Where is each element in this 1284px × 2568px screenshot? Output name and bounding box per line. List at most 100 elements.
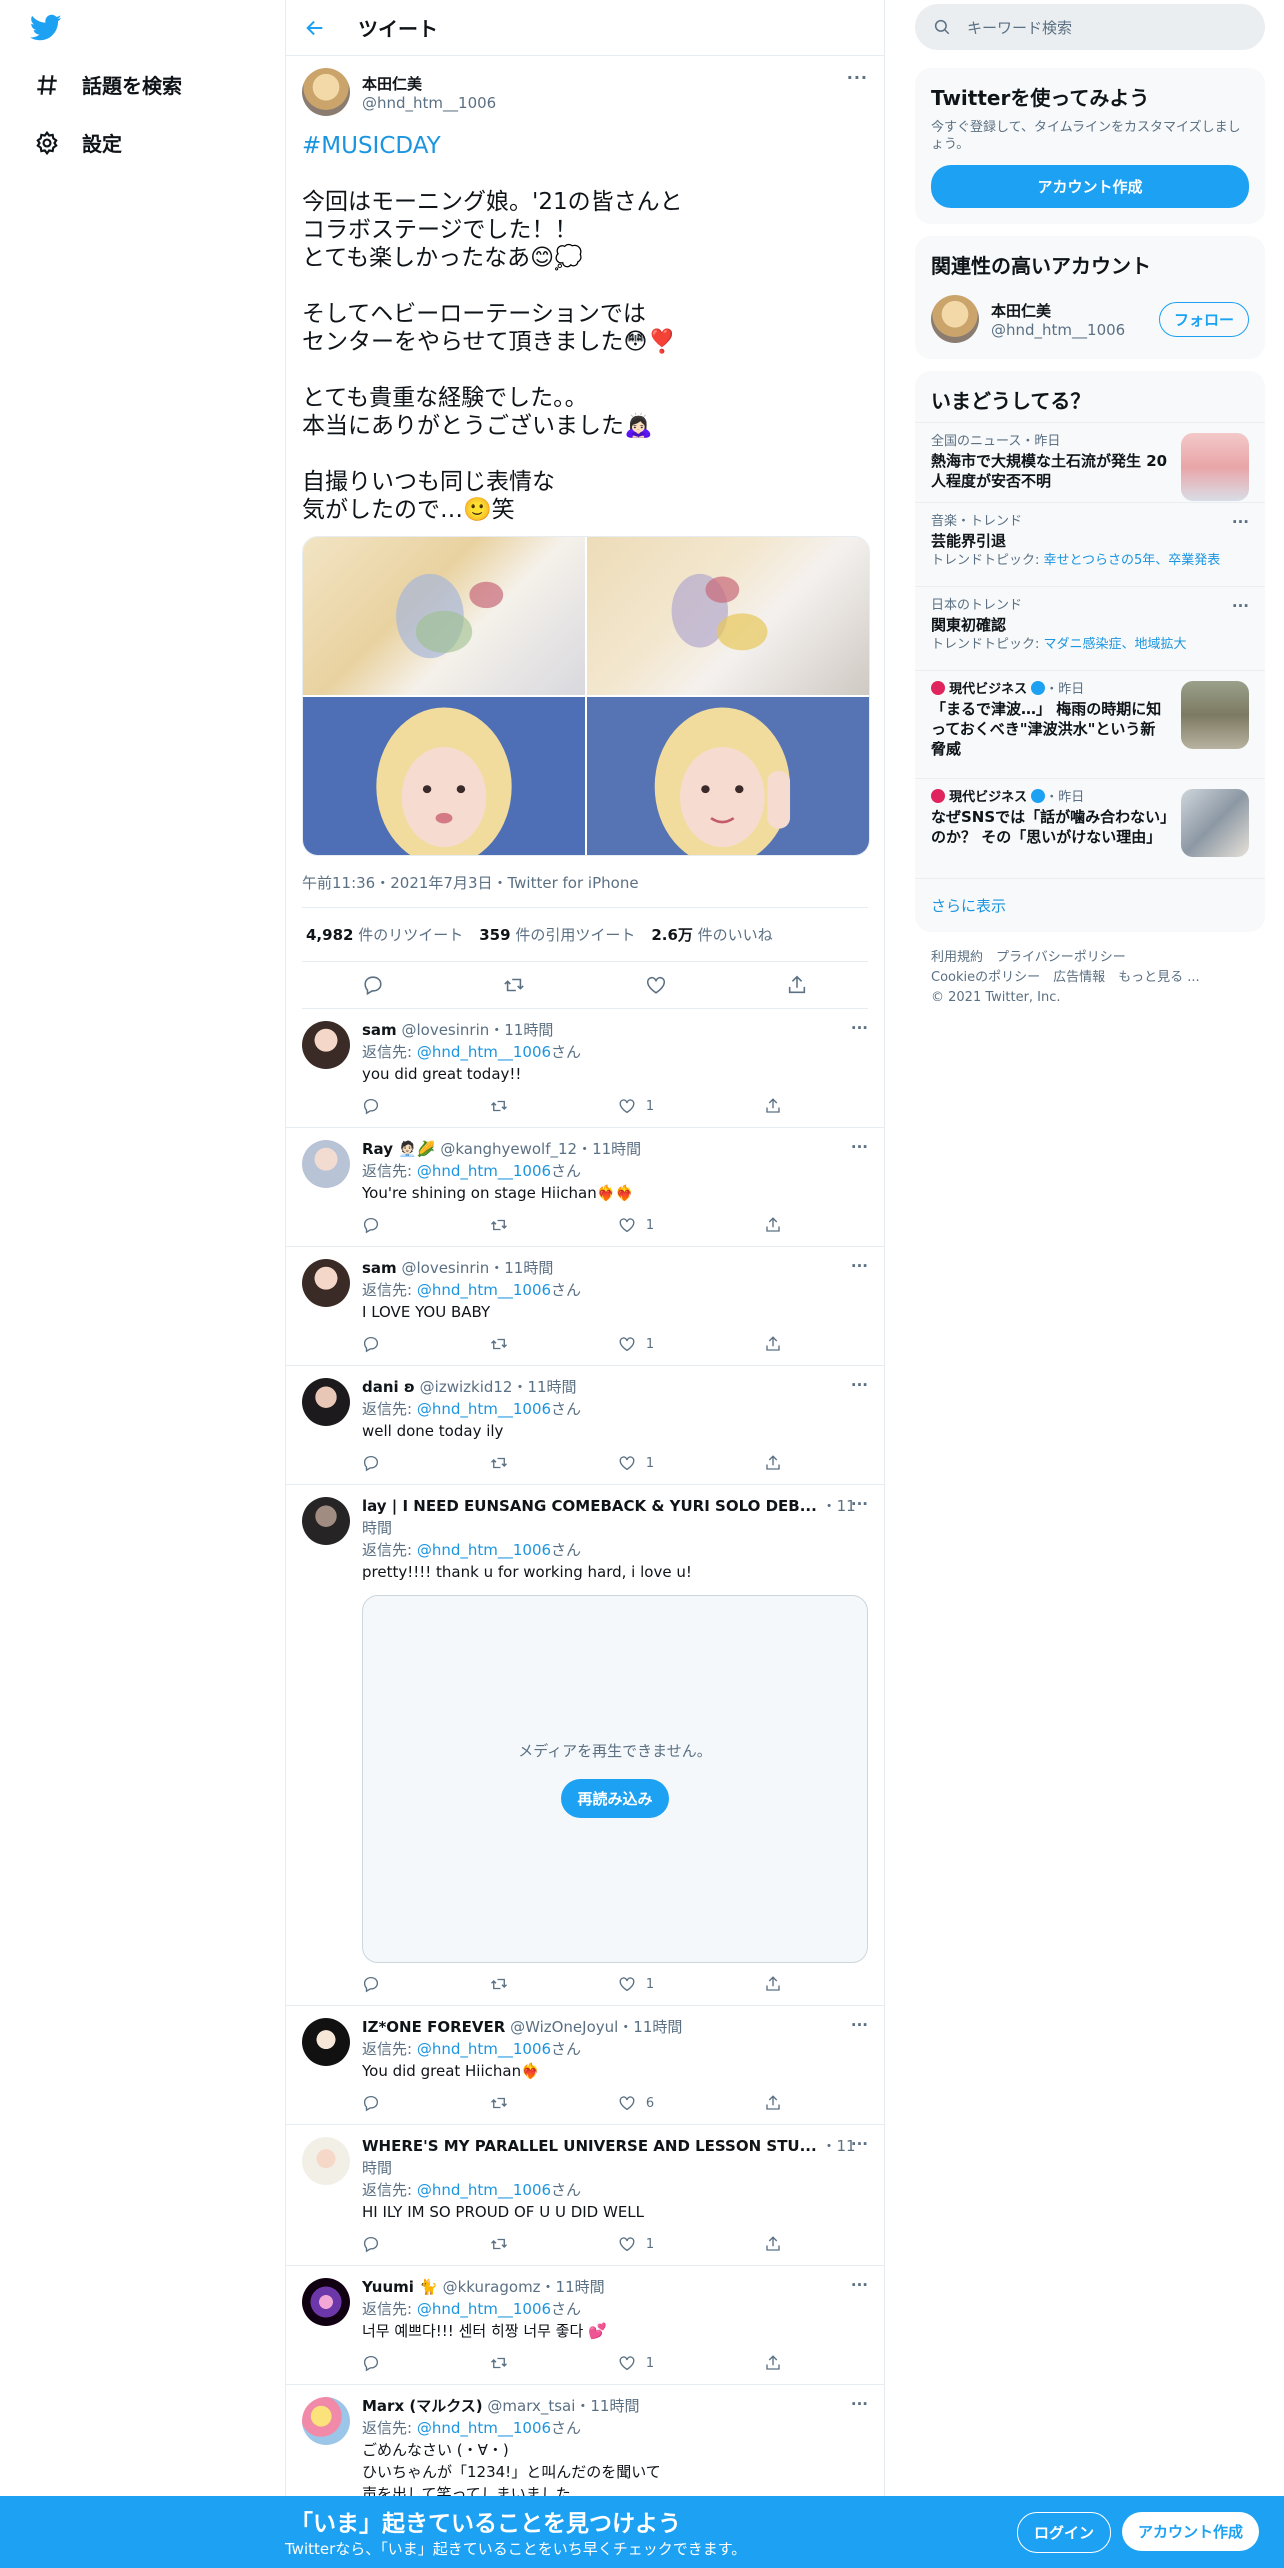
like-icon[interactable] [618,1454,636,1472]
reply-author-handle[interactable]: @kkuragomz・11時間 [443,2278,605,2296]
share-icon[interactable] [764,2235,782,2253]
share-icon[interactable] [764,1216,782,1234]
share-icon[interactable] [764,1975,782,1993]
footer-links-2[interactable]: Cookieのポリシー 広告情報 もっと見る ... [931,968,1249,988]
retweet-count[interactable]: 4,982 件のリツイート [306,924,463,945]
trend-topic-link[interactable]: マダニ感染症、地域拡大 [1044,637,1187,652]
show-more-link[interactable]: さらに表示 [915,878,1265,932]
trend-item[interactable]: 日本のトレンド 関東初確認 トレンドトピック: マダニ感染症、地域拡大 ··· [915,586,1265,670]
avatar[interactable] [302,1021,350,1069]
reply-author-handle[interactable]: @lovesinrin・11時間 [401,1021,553,1039]
like-icon[interactable] [618,1216,636,1234]
avatar[interactable] [302,1378,350,1426]
share-icon[interactable] [786,974,808,996]
trend-item[interactable]: 音楽・トレンド 芸能界引退 トレンドトピック: 幸せとつらさの5年、卒業発表 ·… [915,502,1265,586]
avatar[interactable] [302,2018,350,2066]
tweet-photo[interactable] [303,697,585,855]
reply-author-name[interactable]: lay | I NEED EUNSANG COMEBACK & YURI SOL… [362,1497,817,1515]
reply-tweet[interactable]: Yuumi 🐈 @kkuragomz・11時間 返信先: @hnd_htm__10… [286,2266,884,2385]
avatar[interactable] [302,2397,350,2445]
more-options-icon[interactable]: ··· [1232,597,1249,615]
author-display-name[interactable]: 本田仁美 [362,73,496,94]
trend-item[interactable]: 現代ビジネス ・昨日 なぜSNSでは「話が噛み合わない」のか？ その「思いがけな… [915,778,1265,878]
more-options-icon[interactable]: ··· [851,1257,868,1275]
reply-to-handle[interactable]: @hnd_htm__1006 [417,1162,551,1180]
avatar[interactable] [302,2278,350,2326]
avatar[interactable] [302,68,350,116]
login-button[interactable]: ログイン [1017,2512,1112,2553]
reply-tweet[interactable]: lay | I NEED EUNSANG COMEBACK & YURI SOL… [286,1485,884,2006]
reply-author-name[interactable]: Ray 🧑🏻‍💼🌽 [362,1140,436,1158]
avatar[interactable] [302,1497,350,1545]
more-options-icon[interactable]: ··· [851,2395,868,2413]
share-icon[interactable] [764,1454,782,1472]
reply-author-name[interactable]: Marx (マルクス) [362,2397,483,2415]
trend-item[interactable]: 現代ビジネス ・昨日 「まるで津波…」 梅雨の時期に知っておくべき"津波洪水"と… [915,670,1265,778]
like-icon[interactable] [618,2235,636,2253]
related-account[interactable]: 本田仁美 @hnd_htm__1006 フォロー [915,287,1265,359]
more-options-icon[interactable]: ··· [851,2016,868,2034]
reply-author-name[interactable]: Yuumi 🐈 [362,2278,438,2296]
quote-count[interactable]: 359 件の引用ツイート [479,924,635,945]
footer-links-1[interactable]: 利用規約 プライバシーポリシー [931,948,1249,968]
reply-author-name[interactable]: dani ʚ [362,1378,415,1396]
trend-topic-link[interactable]: 幸せとつらさの5年、卒業発表 [1044,553,1221,568]
reply-tweet[interactable]: WHERE'S MY PARALLEL UNIVERSE AND LESSON … [286,2125,884,2266]
reply-author-handle[interactable]: @WizOneJoyul・11時間 [510,2018,682,2036]
avatar[interactable] [302,1140,350,1188]
avatar[interactable] [302,2137,350,2185]
signup-button[interactable]: アカウント作成 [1122,2512,1260,2551]
nav-settings[interactable]: 設定 [34,128,122,157]
reply-author-handle[interactable]: @kanghyewolf_12・11時間 [440,1140,641,1158]
search-input[interactable]: キーワード検索 [915,4,1265,50]
reply-tweet[interactable]: IZ*ONE FOREVER @WizOneJoyul・11時間 返信先: @hn… [286,2006,884,2125]
reply-icon[interactable] [362,974,384,996]
reply-author-handle[interactable]: @lovesinrin・11時間 [401,1259,553,1277]
share-icon[interactable] [764,1097,782,1115]
more-options-icon[interactable]: ··· [851,1138,868,1156]
reload-button[interactable]: 再読み込み [561,1779,669,1818]
reply-icon[interactable] [362,1975,380,1993]
follow-button[interactable]: フォロー [1158,301,1249,337]
retweet-icon[interactable] [490,2235,508,2253]
retweet-icon[interactable] [490,1216,508,1234]
more-options-icon[interactable]: ··· [851,1019,868,1037]
tweet-photo[interactable] [587,697,869,855]
reply-to-handle[interactable]: @hnd_htm__1006 [417,2419,551,2437]
reply-author-name[interactable]: IZ*ONE FOREVER [362,2018,505,2036]
avatar[interactable] [931,295,979,343]
reply-author-handle[interactable]: @marx_tsai・11時間 [487,2397,639,2415]
reply-icon[interactable] [362,1097,380,1115]
share-icon[interactable] [764,2354,782,2372]
reply-to-handle[interactable]: @hnd_htm__1006 [417,1043,551,1061]
reply-icon[interactable] [362,2235,380,2253]
more-options-icon[interactable]: ··· [1232,513,1249,531]
retweet-icon[interactable] [490,1097,508,1115]
like-icon[interactable] [618,2354,636,2372]
retweet-icon[interactable] [503,974,525,996]
retweet-icon[interactable] [490,2094,508,2112]
trend-item[interactable]: 全国のニュース・昨日 熱海市で大規模な土石流が発生 20人程度が安否不明 [915,422,1265,502]
reply-to-handle[interactable]: @hnd_htm__1006 [417,1281,551,1299]
like-icon[interactable] [645,974,667,996]
reply-author-name[interactable]: sam [362,1259,397,1277]
more-options-icon[interactable]: ··· [851,2135,868,2153]
retweet-icon[interactable] [490,2354,508,2372]
reply-to-handle[interactable]: @hnd_htm__1006 [417,1541,551,1559]
retweet-icon[interactable] [490,1335,508,1353]
like-icon[interactable] [618,1335,636,1353]
more-options-icon[interactable]: ··· [851,1376,868,1394]
reply-icon[interactable] [362,2354,380,2372]
like-count[interactable]: 2.6万 件のいいね [651,924,772,945]
back-arrow-icon[interactable] [304,17,326,39]
reply-tweet[interactable]: sam @lovesinrin・11時間 返信先: @hnd_htm__1006さ… [286,1247,884,1366]
avatar[interactable] [302,1259,350,1307]
reply-tweet[interactable]: Ray 🧑🏻‍💼🌽 @kanghyewolf_12・11時間 返信先: @hnd_… [286,1128,884,1247]
like-icon[interactable] [618,1975,636,1993]
retweet-icon[interactable] [490,1975,508,1993]
reply-to-handle[interactable]: @hnd_htm__1006 [417,2040,551,2058]
more-options-icon[interactable]: ··· [847,68,868,87]
hashtag-link[interactable]: #MUSICDAY [302,133,441,159]
tweet-photo[interactable] [303,537,585,695]
author-username[interactable]: @hnd_htm__1006 [362,94,496,112]
